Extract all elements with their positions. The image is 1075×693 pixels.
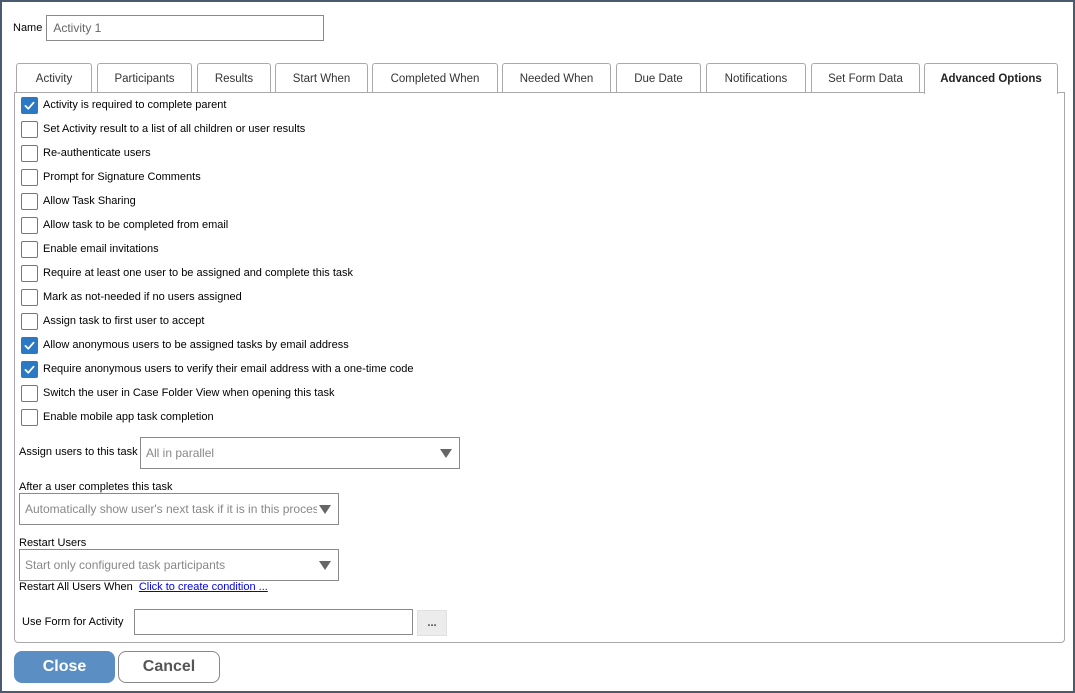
restart-users-value: Start only configured task participants xyxy=(25,558,226,572)
option-checkbox[interactable] xyxy=(21,264,38,282)
after-complete-value: Automatically show user's next task if i… xyxy=(25,502,317,516)
option-label: Assign task to first user to accept xyxy=(43,315,205,327)
option-label: Switch the user in Case Folder View when… xyxy=(43,387,335,399)
check-icon xyxy=(24,341,35,350)
option-row[interactable]: Allow task to be completed from email xyxy=(21,216,228,234)
option-label: Prompt for Signature Comments xyxy=(43,171,201,183)
option-row[interactable]: Require anonymous users to verify their … xyxy=(21,360,414,378)
option-checkbox[interactable] xyxy=(21,216,38,234)
option-checkbox[interactable] xyxy=(21,96,38,114)
tab-results[interactable]: Results xyxy=(197,63,271,93)
restart-all-row: Restart All Users When Click to create c… xyxy=(19,581,268,593)
option-label: Set Activity result to a list of all chi… xyxy=(43,123,306,135)
option-row[interactable]: Assign task to first user to accept xyxy=(21,312,204,330)
use-form-label: Use Form for Activity xyxy=(22,616,124,628)
option-row[interactable]: Prompt for Signature Comments xyxy=(21,168,201,186)
create-condition-link[interactable]: Click to create condition ... xyxy=(139,581,268,593)
tab-label: Participants xyxy=(114,72,175,85)
close-button[interactable]: Close xyxy=(14,651,115,683)
use-form-input[interactable] xyxy=(134,609,413,635)
restart-users-label: Restart Users xyxy=(19,537,87,549)
option-label: Activity is required to complete parent xyxy=(43,99,227,111)
check-icon xyxy=(24,101,35,110)
option-label: Require anonymous users to verify their … xyxy=(43,363,414,375)
option-checkbox[interactable] xyxy=(21,240,38,258)
chevron-down-icon xyxy=(319,504,331,514)
option-row[interactable]: Allow anonymous users to be assigned tas… xyxy=(21,336,349,354)
tab-label: Notifications xyxy=(724,72,788,85)
option-row[interactable]: Re-authenticate users xyxy=(21,144,151,162)
restart-all-label: Restart All Users When xyxy=(19,581,133,593)
check-icon xyxy=(24,365,35,374)
tab-completed-when[interactable]: Completed When xyxy=(372,63,498,93)
option-checkbox[interactable] xyxy=(21,192,38,210)
name-label: Name xyxy=(13,22,43,34)
option-row[interactable]: Activity is required to complete parent xyxy=(21,96,226,114)
cancel-button[interactable]: Cancel xyxy=(118,651,220,683)
tab-label: Set Form Data xyxy=(828,72,903,85)
option-label: Enable email invitations xyxy=(43,243,159,255)
name-row: Name xyxy=(13,15,325,41)
tab-start-when[interactable]: Start When xyxy=(275,63,368,93)
assign-users-label: Assign users to this task xyxy=(19,446,138,458)
restart-users-select[interactable]: Start only configured task participants xyxy=(19,549,339,581)
chevron-down-icon xyxy=(440,448,452,458)
assign-users-value: All in parallel xyxy=(146,446,215,460)
option-checkbox[interactable] xyxy=(21,312,38,330)
option-label: Require at least one user to be assigned… xyxy=(43,267,354,279)
tab-needed-when[interactable]: Needed When xyxy=(502,63,611,93)
activity-dialog: Name Activity Participants Results Start… xyxy=(0,0,1075,693)
option-label: Allow Task Sharing xyxy=(43,195,136,207)
option-label: Allow task to be completed from email xyxy=(43,219,229,231)
tab-activity[interactable]: Activity xyxy=(16,63,92,93)
option-row[interactable]: Mark as not-needed if no users assigned xyxy=(21,288,242,306)
option-row[interactable]: Allow Task Sharing xyxy=(21,192,136,210)
option-checkbox[interactable] xyxy=(21,288,38,306)
option-label: Re-authenticate users xyxy=(43,147,151,159)
tab-label: Due Date xyxy=(634,72,683,85)
option-checkbox[interactable] xyxy=(21,144,38,162)
option-checkbox[interactable] xyxy=(21,168,38,186)
option-checkbox[interactable] xyxy=(21,360,38,378)
after-complete-select[interactable]: Automatically show user's next task if i… xyxy=(19,493,339,525)
tab-label: Advanced Options xyxy=(940,73,1042,85)
tab-label: Completed When xyxy=(390,72,480,85)
chevron-down-icon xyxy=(319,560,331,570)
advanced-options-panel: Activity is required to complete parent S… xyxy=(14,92,1065,643)
option-row[interactable]: Enable mobile app task completion xyxy=(21,408,214,426)
name-input[interactable] xyxy=(46,15,325,41)
option-label: Allow anonymous users to be assigned tas… xyxy=(43,339,349,351)
option-checkbox[interactable] xyxy=(21,384,38,402)
option-label: Mark as not-needed if no users assigned xyxy=(43,291,242,303)
option-row[interactable]: Enable email invitations xyxy=(21,240,159,258)
tab-notifications[interactable]: Notifications xyxy=(706,63,806,93)
assign-users-select[interactable]: All in parallel xyxy=(140,437,460,469)
option-checkbox[interactable] xyxy=(21,408,38,426)
tab-label: Start When xyxy=(292,72,351,85)
option-row[interactable]: Require at least one user to be assigned… xyxy=(21,264,353,282)
option-checkbox[interactable] xyxy=(21,336,38,354)
tab-advanced-options[interactable]: Advanced Options xyxy=(924,63,1058,94)
tab-set-form-data[interactable]: Set Form Data xyxy=(811,63,920,93)
tab-due-date[interactable]: Due Date xyxy=(616,63,701,93)
tab-participants[interactable]: Participants xyxy=(97,63,192,93)
tab-label: Needed When xyxy=(519,72,594,85)
option-row[interactable]: Switch the user in Case Folder View when… xyxy=(21,384,334,402)
tab-label: Results xyxy=(214,72,254,85)
tab-label: Activity xyxy=(35,72,73,85)
option-checkbox[interactable] xyxy=(21,120,38,138)
browse-form-button[interactable]: ... xyxy=(417,610,447,636)
after-complete-label: After a user completes this task xyxy=(19,481,173,493)
option-label: Enable mobile app task completion xyxy=(43,411,214,423)
option-row[interactable]: Set Activity result to a list of all chi… xyxy=(21,120,305,138)
